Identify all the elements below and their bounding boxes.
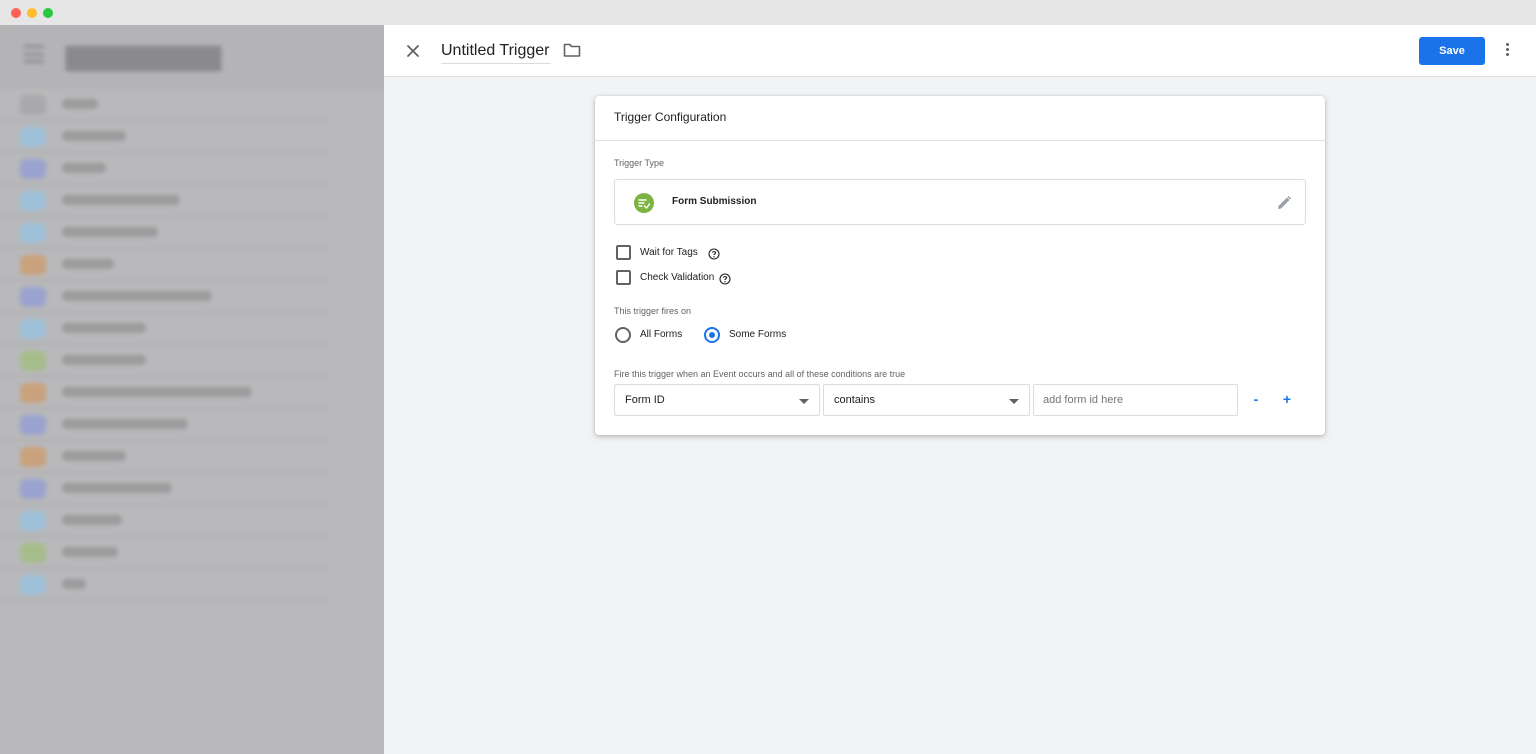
edit-pencil-icon[interactable] (1275, 194, 1293, 212)
blurred-row-text (62, 291, 212, 301)
blurred-row (0, 537, 328, 569)
check-validation-checkbox[interactable] (616, 270, 631, 285)
some-forms-label: Some Forms (729, 329, 787, 340)
blurred-row-icon (20, 351, 46, 371)
operator-select-value: contains (834, 394, 875, 406)
trigger-title[interactable]: Untitled Trigger (441, 42, 551, 64)
blurred-row (0, 89, 328, 121)
variable-select[interactable]: Form ID (614, 384, 820, 416)
wait-for-tags-checkbox[interactable] (616, 245, 631, 260)
blurred-row-text (62, 483, 172, 493)
blurred-row (0, 313, 328, 345)
blurred-row-icon (20, 255, 46, 275)
remove-condition-button[interactable]: - (1246, 389, 1266, 409)
blurred-row (0, 281, 328, 313)
window-close-control[interactable] (11, 8, 21, 18)
condition-value-input[interactable] (1033, 384, 1238, 416)
window-minimize-control[interactable] (27, 8, 37, 18)
blurred-row (0, 441, 328, 473)
blurred-row-text (62, 419, 188, 429)
blurred-row (0, 153, 328, 185)
card-heading: Trigger Configuration (595, 96, 1325, 141)
blurred-row-text (62, 227, 158, 237)
blurred-row-text (62, 355, 146, 365)
operator-select[interactable]: contains (823, 384, 1030, 416)
window-maximize-control[interactable] (43, 8, 53, 18)
blurred-row-icon (20, 191, 46, 211)
blurred-row-text (62, 195, 180, 205)
fires-on-label: This trigger fires on (614, 306, 692, 316)
blurred-row-icon (20, 575, 46, 595)
blurred-row-icon (20, 223, 46, 243)
blurred-row-text (62, 163, 106, 173)
blurred-row-icon (20, 383, 46, 403)
blurred-row (0, 121, 328, 153)
blurred-row-icon (20, 159, 46, 179)
blurred-title: ▇▇▇▇▇▇▇▇ (66, 44, 222, 71)
blurred-row-icon (20, 319, 46, 339)
trigger-type-selector[interactable]: Form Submission (614, 179, 1306, 225)
blurred-row (0, 569, 328, 601)
help-icon[interactable] (708, 247, 720, 260)
blurred-row (0, 249, 328, 281)
save-button[interactable]: Save (1419, 37, 1485, 65)
blurred-row-icon (20, 127, 46, 147)
variable-select-value: Form ID (625, 394, 665, 406)
blurred-row (0, 409, 328, 441)
blurred-row (0, 473, 328, 505)
trigger-configuration-card: Trigger Configuration Trigger Type Form … (595, 96, 1325, 435)
blurred-row (0, 217, 328, 249)
all-forms-radio[interactable] (615, 327, 631, 343)
trigger-type-name: Form Submission (672, 196, 757, 207)
menu-icon (24, 45, 44, 63)
blurred-row-icon (20, 511, 46, 531)
more-options-icon[interactable] (1500, 41, 1514, 61)
folder-icon[interactable] (563, 42, 581, 58)
blurred-row-text (62, 323, 146, 333)
blurred-row (0, 345, 328, 377)
blurred-row (0, 377, 328, 409)
blurred-row-icon (20, 415, 46, 435)
wait-for-tags-label: Wait for Tags (640, 247, 698, 258)
blurred-row-icon (20, 287, 46, 307)
help-icon[interactable] (719, 272, 731, 285)
blurred-row-text (62, 131, 126, 141)
blurred-row-icon (20, 447, 46, 467)
blurred-row (0, 505, 328, 537)
check-validation-label: Check Validation (640, 272, 715, 283)
trigger-editor-panel: Untitled Trigger Save Trigger Configurat… (384, 25, 1536, 754)
blurred-row-text (62, 387, 252, 397)
all-forms-label: All Forms (640, 329, 683, 340)
blurred-header: ▇▇▇▇▇▇▇▇ (0, 25, 384, 89)
blurred-row-text (62, 547, 118, 557)
dropdown-arrow-icon (1009, 399, 1019, 404)
add-condition-button[interactable]: + (1277, 389, 1297, 409)
window-titlebar (0, 0, 1536, 25)
dropdown-arrow-icon (799, 399, 809, 404)
blurred-row-text (62, 259, 114, 269)
close-icon[interactable] (402, 40, 424, 62)
trigger-type-label: Trigger Type (614, 158, 665, 168)
blurred-background-list: ▇▇▇▇▇▇▇▇ (0, 25, 384, 754)
conditions-label: Fire this trigger when an Event occurs a… (614, 369, 906, 379)
blurred-row-text (62, 451, 126, 461)
blurred-row-text (62, 515, 122, 525)
some-forms-radio[interactable] (704, 327, 720, 343)
form-submission-icon (634, 193, 654, 213)
blurred-row (0, 185, 328, 217)
blurred-row-text (62, 579, 86, 589)
blurred-row-icon (20, 543, 46, 563)
editor-topbar: Untitled Trigger Save (384, 25, 1536, 77)
blurred-row-icon (20, 479, 46, 499)
